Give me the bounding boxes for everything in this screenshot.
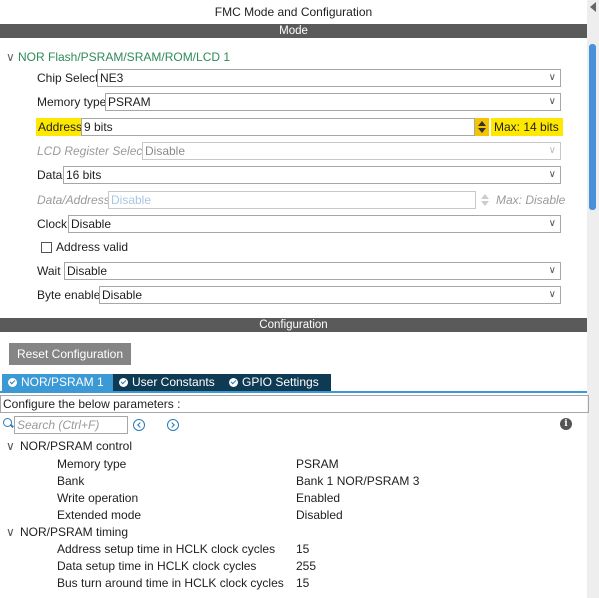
group-nor-psram-timing[interactable]: ∨ NOR/PSRAM timing bbox=[6, 524, 128, 540]
tab-user-constants[interactable]: User Constants bbox=[113, 374, 226, 391]
byte-enable-dropdown[interactable]: Disable ∨ bbox=[99, 286, 561, 304]
lcd-register-select-value: Disable bbox=[145, 144, 186, 158]
check-circle-icon bbox=[229, 378, 238, 387]
tab-label: NOR/PSRAM 1 bbox=[21, 375, 104, 389]
param-name: Data setup time in HCLK clock cycles bbox=[57, 559, 257, 573]
lcd-register-select-label: LCD Register Select bbox=[37, 144, 146, 158]
group-nor-psram-control[interactable]: ∨ NOR/PSRAM control bbox=[6, 438, 132, 454]
param-name: Write operation bbox=[57, 491, 139, 505]
clock-dropdown[interactable]: Disable ∨ bbox=[68, 215, 561, 233]
chevron-down-icon: ∨ bbox=[548, 96, 556, 107]
check-circle-icon bbox=[119, 378, 128, 387]
info-icon[interactable]: i bbox=[560, 418, 572, 430]
address-label: Address bbox=[36, 118, 85, 136]
window-title: FMC Mode and Configuration bbox=[0, 0, 587, 24]
scrollbar-thumb[interactable] bbox=[589, 44, 596, 210]
clock-value: Disable bbox=[71, 217, 112, 231]
chevron-down-icon: ∨ bbox=[548, 218, 556, 229]
chevron-down-icon: ∨ bbox=[6, 525, 15, 539]
reset-configuration-button[interactable]: Reset Configuration bbox=[9, 343, 131, 365]
wait-label: Wait bbox=[37, 264, 61, 278]
param-name: Memory type bbox=[57, 457, 127, 471]
param-value: Disabled bbox=[296, 508, 343, 522]
clock-label: Clock bbox=[37, 217, 68, 231]
prev-icon[interactable] bbox=[133, 419, 145, 431]
tab-underline bbox=[0, 391, 587, 393]
param-name: Address setup time in HCLK clock cycles bbox=[57, 542, 276, 556]
data-address-max-label: Max: Disable bbox=[496, 193, 566, 207]
address-max-label: Max: 14 bits bbox=[491, 118, 563, 136]
tree-group-nor-flash[interactable]: ∨ NOR Flash/PSRAM/SRAM/ROM/LCD 1 bbox=[6, 50, 230, 64]
param-value: 255 bbox=[296, 559, 317, 573]
data-address-label: Data/Address bbox=[37, 193, 110, 207]
chevron-down-icon: ∨ bbox=[548, 169, 556, 180]
chevron-down-icon: ∨ bbox=[548, 72, 556, 83]
memory-type-value: PSRAM bbox=[108, 95, 151, 109]
search-input[interactable]: Search (Ctrl+F) bbox=[14, 416, 128, 434]
data-value: 16 bits bbox=[66, 168, 102, 182]
data-dropdown[interactable]: 16 bits ∨ bbox=[63, 166, 561, 184]
check-circle-icon bbox=[8, 378, 17, 387]
tree-group-label: NOR Flash/PSRAM/SRAM/ROM/LCD 1 bbox=[18, 50, 231, 64]
param-value: 15 bbox=[296, 576, 310, 590]
param-value: 15 bbox=[296, 542, 310, 556]
memory-type-dropdown[interactable]: PSRAM ∨ bbox=[105, 93, 561, 111]
tab-label: GPIO Settings bbox=[242, 375, 319, 389]
chevron-down-icon: ∨ bbox=[548, 145, 556, 156]
mode-header: Mode bbox=[0, 24, 587, 38]
chip-select-dropdown[interactable]: NE3 ∨ bbox=[97, 69, 561, 87]
param-value: Bank 1 NOR/PSRAM 3 bbox=[296, 474, 420, 488]
tab-label: User Constants bbox=[132, 375, 215, 389]
data-address-value: Disable bbox=[111, 193, 152, 207]
chip-select-value: NE3 bbox=[100, 71, 124, 85]
next-icon[interactable] bbox=[167, 419, 179, 431]
param-name: Bank bbox=[57, 474, 85, 488]
data-address-spinner-icon bbox=[478, 191, 492, 209]
group-title: NOR/PSRAM control bbox=[20, 439, 133, 453]
address-valid-checkbox[interactable] bbox=[41, 242, 52, 253]
address-value: 9 bits bbox=[84, 120, 113, 134]
chevron-down-icon: ∨ bbox=[548, 289, 556, 300]
address-input[interactable]: 9 bits bbox=[81, 118, 475, 136]
param-name: Extended mode bbox=[57, 508, 142, 522]
data-label: Data bbox=[37, 168, 63, 182]
param-value: Enabled bbox=[296, 491, 341, 505]
scroll-left-arrow-icon[interactable] bbox=[590, 2, 596, 12]
byte-enable-value: Disable bbox=[102, 288, 143, 302]
wait-value: Disable bbox=[67, 264, 108, 278]
search-icon bbox=[3, 418, 12, 427]
chip-select-label: Chip Select bbox=[37, 71, 99, 85]
wait-dropdown[interactable]: Disable ∨ bbox=[64, 262, 561, 280]
memory-type-label: Memory type bbox=[37, 95, 107, 109]
data-address-input: Disable bbox=[108, 191, 476, 209]
param-name: Bus turn around time in HCLK clock cycle… bbox=[57, 576, 284, 590]
tab-gpio-settings[interactable]: GPIO Settings bbox=[223, 374, 331, 391]
byte-enable-label: Byte enable bbox=[37, 288, 101, 302]
address-valid-label: Address valid bbox=[56, 240, 129, 254]
configuration-header: Configuration bbox=[0, 318, 587, 332]
group-title: NOR/PSRAM timing bbox=[20, 525, 129, 539]
tab-nor-psram-1[interactable]: NOR/PSRAM 1 bbox=[2, 374, 116, 391]
lcd-register-select-dropdown: Disable ∨ bbox=[142, 142, 561, 160]
params-caption: Configure the below parameters : bbox=[0, 395, 589, 413]
chevron-down-icon: ∨ bbox=[548, 265, 556, 276]
address-spinner-icon[interactable] bbox=[475, 118, 489, 136]
chevron-down-icon: ∨ bbox=[6, 50, 15, 64]
param-value: PSRAM bbox=[296, 457, 339, 471]
chevron-down-icon: ∨ bbox=[6, 439, 15, 453]
